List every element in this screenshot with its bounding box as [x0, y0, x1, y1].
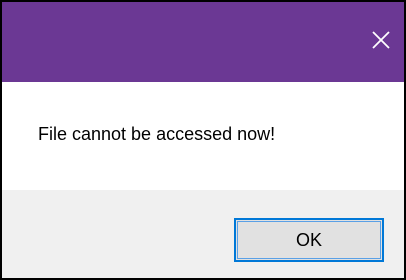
button-bar: OK	[2, 190, 404, 278]
ok-button[interactable]: OK	[234, 218, 384, 262]
close-button[interactable]	[358, 2, 404, 82]
close-icon	[370, 29, 392, 56]
dialog-message: File cannot be accessed now!	[38, 124, 276, 144]
message-dialog: File cannot be accessed now! OK	[0, 0, 406, 280]
message-area: File cannot be accessed now!	[2, 82, 404, 190]
title-bar[interactable]	[2, 2, 404, 82]
